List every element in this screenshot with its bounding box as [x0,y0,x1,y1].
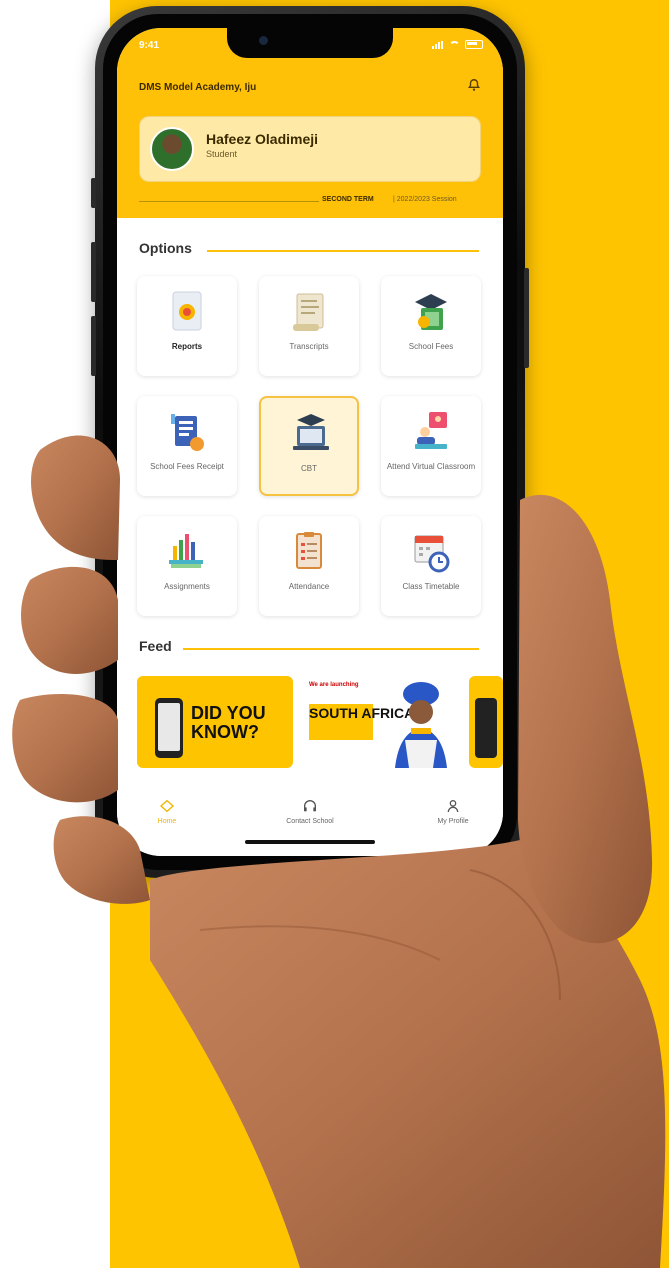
hand-illustration [12,435,666,1268]
camera [259,36,268,45]
notch [227,28,393,58]
